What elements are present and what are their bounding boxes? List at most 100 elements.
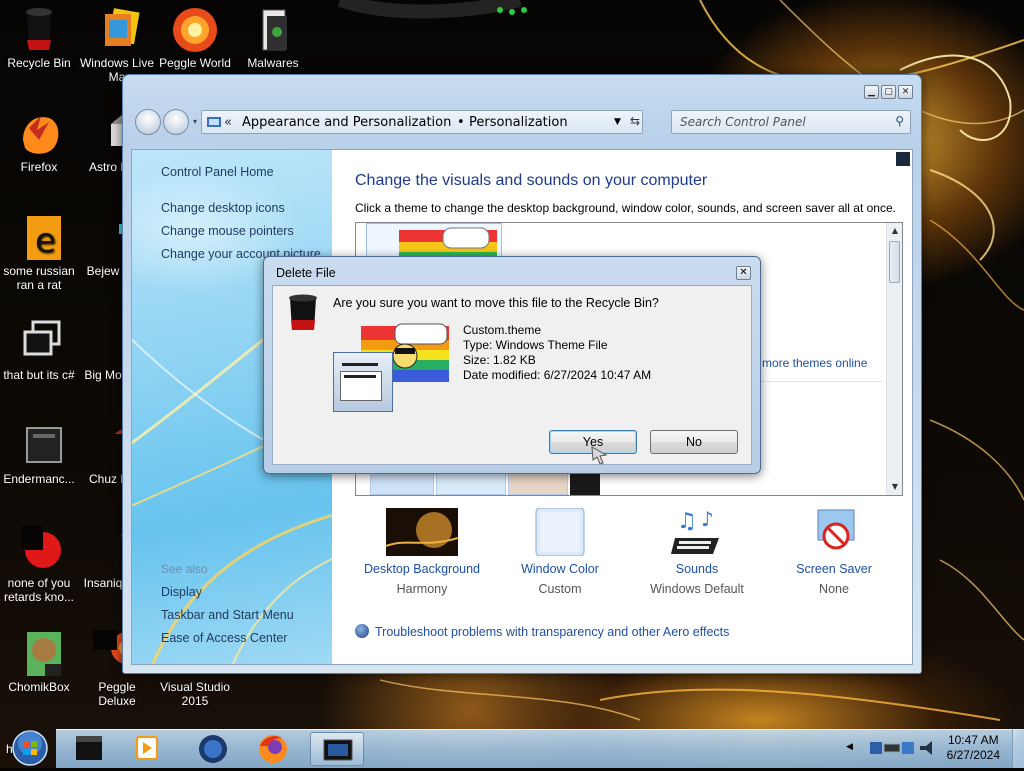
start-button[interactable] bbox=[4, 728, 52, 768]
taskbar-ie-button[interactable] bbox=[186, 732, 240, 766]
scroll-up-icon[interactable]: ▲ bbox=[887, 223, 902, 239]
screen-saver-value: None bbox=[819, 582, 849, 596]
recycle-bin-icon bbox=[15, 6, 63, 54]
desktop-icon-label: some russian ran a rat bbox=[3, 264, 75, 292]
sidebar-control-panel-home[interactable]: Control Panel Home bbox=[161, 165, 274, 179]
window-color-link[interactable]: Window Color bbox=[495, 562, 625, 576]
file-size: Size: 1.82 KB bbox=[463, 353, 536, 367]
theme-window-icon bbox=[333, 352, 393, 412]
desktop-icon-malwares[interactable]: Malwares bbox=[234, 6, 312, 70]
maximize-button[interactable]: ▢ bbox=[881, 85, 896, 99]
firefox-icon bbox=[15, 110, 63, 158]
sounds-icon: ♫ ♪ bbox=[661, 507, 733, 556]
desktop-icon-label: Endermanc... bbox=[3, 472, 75, 486]
address-bar[interactable]: « Appearance and Personalization • Perso… bbox=[201, 110, 643, 134]
desktop-icon-endermanch[interactable]: Endermanc... bbox=[0, 422, 78, 486]
search-icon[interactable]: ⚲ bbox=[895, 114, 904, 128]
desktop-background-option[interactable]: Desktop Background Harmony bbox=[357, 508, 487, 596]
refresh-icon[interactable]: ⇆ bbox=[630, 114, 640, 128]
taskbar-control-panel-button[interactable] bbox=[310, 732, 364, 766]
forward-button[interactable] bbox=[163, 109, 189, 135]
close-button[interactable]: ✕ bbox=[898, 85, 913, 99]
desktop-icon-chomikbox[interactable]: ChomikBox bbox=[0, 630, 78, 694]
troubleshoot-link[interactable]: Troubleshoot problems with transparency … bbox=[355, 624, 729, 639]
screen-saver-link[interactable]: Screen Saver bbox=[769, 562, 899, 576]
sidebar-change-desktop-icons[interactable]: Change desktop icons bbox=[161, 201, 285, 215]
shortcut-icon bbox=[15, 318, 63, 366]
back-button[interactable] bbox=[135, 109, 161, 135]
theme-list-scrollbar[interactable]: ▲ ▼ bbox=[886, 223, 902, 495]
minimize-button[interactable]: ▁ bbox=[864, 85, 879, 99]
search-placeholder: Search Control Panel bbox=[680, 115, 806, 129]
navigation-bar: ▾ « Appearance and Personalization • Per… bbox=[133, 105, 913, 139]
clock-date: 6/27/2024 bbox=[946, 748, 1000, 762]
desktop-icon-label: none of you retards kno... bbox=[3, 576, 75, 604]
sounds-value: Windows Default bbox=[650, 582, 744, 596]
file-name: Custom.theme bbox=[463, 323, 542, 337]
page-subtitle: Click a theme to change the desktop back… bbox=[355, 201, 896, 215]
desktop-icon-label: Recycle Bin bbox=[7, 56, 71, 70]
breadcrumb-appearance[interactable]: Appearance and Personalization bbox=[242, 115, 451, 130]
desktop-icon-peggle-world[interactable]: Peggle World bbox=[156, 6, 234, 70]
app-icon bbox=[15, 526, 63, 574]
tray-icons[interactable] bbox=[868, 738, 938, 758]
troubleshoot-icon bbox=[355, 624, 369, 638]
taskbar-firefox-button[interactable] bbox=[246, 732, 300, 766]
scroll-thumb[interactable] bbox=[889, 241, 900, 283]
dialog-title: Delete File bbox=[276, 266, 336, 280]
tray-expand-icon[interactable]: ◀ bbox=[846, 742, 853, 752]
sounds-link[interactable]: Sounds bbox=[632, 562, 762, 576]
desktop-icon-firefox[interactable]: Firefox bbox=[0, 110, 78, 174]
window-color-option[interactable]: Window Color Custom bbox=[495, 507, 625, 596]
folder-icon bbox=[249, 6, 297, 54]
desktop-background-link[interactable]: Desktop Background bbox=[357, 562, 487, 576]
breadcrumb-overflow[interactable]: « bbox=[224, 115, 232, 130]
sidebar-taskbar-start-menu[interactable]: Taskbar and Start Menu bbox=[161, 608, 294, 622]
sidebar-ease-of-access[interactable]: Ease of Access Center bbox=[161, 631, 287, 645]
desktop-icon-windows-live[interactable]: Windows Live Ma bbox=[78, 6, 156, 84]
dialog-close-button[interactable]: ✕ bbox=[736, 266, 751, 280]
desktop-icon-label: ChomikBox bbox=[8, 680, 70, 694]
sidebar-change-mouse-pointers[interactable]: Change mouse pointers bbox=[161, 224, 294, 238]
chomikbox-icon bbox=[15, 630, 63, 678]
window-color-icon bbox=[524, 507, 596, 557]
no-button[interactable]: No bbox=[650, 430, 738, 454]
desktop-icon-label: Peggle Deluxe bbox=[98, 680, 136, 708]
taskbar-recycle-bin-button[interactable] bbox=[62, 732, 116, 766]
desktop-icon-none-of-you[interactable]: none of you retards kno... bbox=[0, 526, 78, 604]
theme-row-partial[interactable] bbox=[370, 471, 600, 495]
desktop-icon-label: Peggle World bbox=[159, 56, 231, 70]
desktop-icon-label: Visual Studio 2015 bbox=[160, 680, 230, 708]
svg-text:e: e bbox=[35, 221, 56, 261]
show-desktop-button[interactable] bbox=[1012, 729, 1024, 768]
breadcrumb-separator: • bbox=[457, 115, 465, 130]
desktop-background-value: Harmony bbox=[396, 582, 448, 596]
window-color-value: Custom bbox=[538, 582, 582, 596]
sidebar-display[interactable]: Display bbox=[161, 585, 202, 599]
help-icon[interactable] bbox=[896, 152, 910, 166]
desktop-icon-label: Firefox bbox=[20, 160, 58, 174]
chevron-down-icon[interactable]: ▼ bbox=[614, 117, 621, 127]
recent-pages-icon[interactable]: ▾ bbox=[193, 117, 197, 126]
document-icon: e bbox=[15, 214, 63, 262]
file-type: Type: Windows Theme File bbox=[463, 338, 608, 352]
desktop-background-icon bbox=[385, 508, 459, 556]
scroll-down-icon[interactable]: ▼ bbox=[887, 479, 902, 495]
search-input[interactable]: Search Control Panel ⚲ bbox=[671, 110, 911, 134]
breadcrumb-personalization[interactable]: Personalization bbox=[469, 115, 568, 130]
peggle-icon bbox=[171, 6, 219, 54]
mouse-cursor-icon bbox=[590, 445, 610, 467]
get-more-themes-link[interactable]: more themes online bbox=[762, 356, 867, 370]
sounds-option[interactable]: ♫ ♪ Sounds Windows Default bbox=[632, 507, 762, 596]
dialog-question: Are you sure you want to move this file … bbox=[333, 296, 659, 310]
screen-saver-option[interactable]: Screen Saver None bbox=[769, 508, 899, 596]
system-clock[interactable]: 10:47 AM 6/27/2024 bbox=[947, 733, 1000, 763]
desktop-icon-recycle-bin[interactable]: Recycle Bin bbox=[0, 6, 78, 70]
desktop-icon-that-but-csharp[interactable]: that but its c# bbox=[0, 318, 78, 382]
desktop-icon-some-russian[interactable]: e some russian ran a rat bbox=[0, 214, 78, 292]
delete-file-dialog[interactable]: Delete File ✕ Are you sure you want to m… bbox=[263, 256, 761, 474]
control-panel-icon bbox=[206, 114, 222, 133]
window-controls: ▁ ▢ ✕ bbox=[864, 85, 913, 99]
taskbar-media-player-button[interactable] bbox=[120, 732, 174, 766]
page-title: Change the visuals and sounds on your co… bbox=[355, 172, 708, 189]
